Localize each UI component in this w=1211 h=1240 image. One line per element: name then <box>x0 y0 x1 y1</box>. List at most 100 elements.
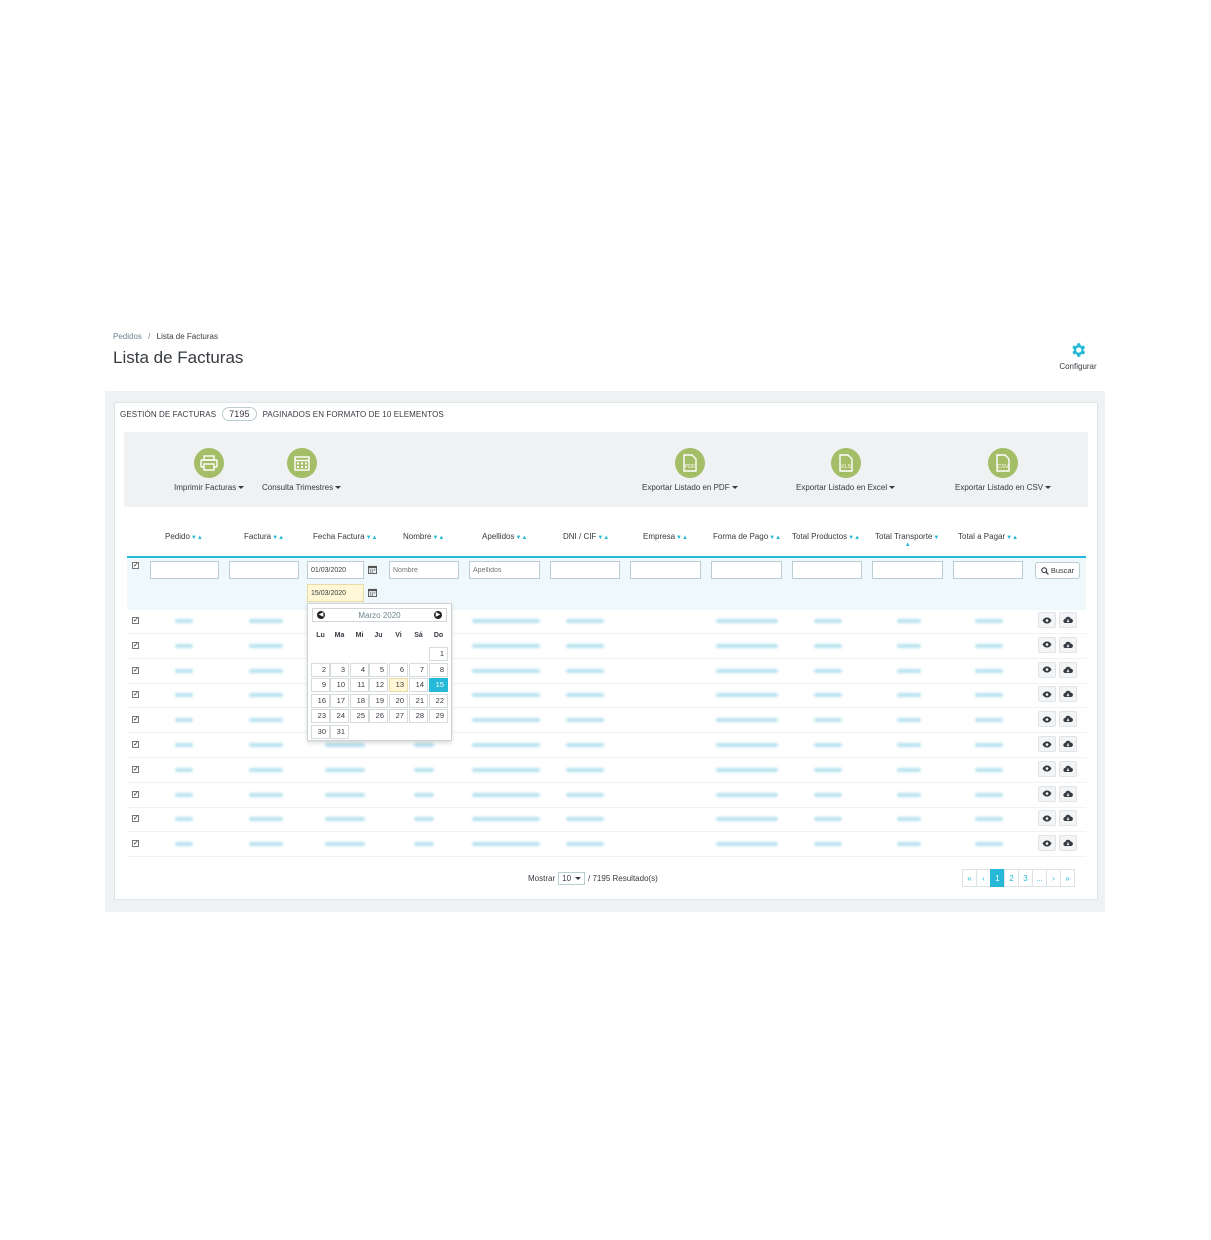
datepicker-day[interactable]: 27 <box>389 709 408 723</box>
filter-factura-input[interactable] <box>229 561 299 579</box>
datepicker-day[interactable]: 19 <box>369 694 388 708</box>
row-checkbox[interactable]: ✓ <box>132 617 139 624</box>
column-header-factura[interactable]: Factura▼▲ <box>244 532 284 541</box>
datepicker-day[interactable]: 26 <box>369 709 388 723</box>
datepicker-day[interactable]: 25 <box>350 709 369 723</box>
column-header-total-pagar[interactable]: Total a Pagar▼▲ <box>958 532 1018 541</box>
calendar-icon[interactable] <box>368 588 377 597</box>
filter-nombre-input[interactable] <box>389 561 459 579</box>
pagination-item[interactable]: » <box>1060 869 1075 887</box>
datepicker-day[interactable]: 14 <box>409 678 428 692</box>
sort-arrows-icon[interactable]: ▼▲ <box>597 535 609 541</box>
pagination-item[interactable]: 2 <box>1004 869 1019 887</box>
view-icon[interactable] <box>1038 636 1056 653</box>
datepicker-day[interactable]: 4 <box>350 663 369 677</box>
datepicker-day[interactable]: 17 <box>330 694 349 708</box>
column-header-total-transporte[interactable]: Total Transporte▼ ▲ <box>875 532 939 548</box>
export-pdf-button[interactable]: PDF Exportar Listado en PDF <box>642 448 738 492</box>
datepicker-day[interactable]: 21 <box>409 694 428 708</box>
print-invoices-button[interactable]: Imprimir Facturas <box>174 448 245 492</box>
cloud-download-icon[interactable] <box>1059 736 1077 752</box>
cloud-download-icon[interactable] <box>1059 636 1077 653</box>
view-icon[interactable] <box>1038 711 1056 728</box>
sort-arrows-icon[interactable]: ▼▲ <box>515 535 527 541</box>
datepicker-day[interactable]: 24 <box>330 709 349 723</box>
row-checkbox[interactable]: ✓ <box>132 790 139 798</box>
datepicker-day[interactable]: 28 <box>409 709 428 723</box>
view-icon[interactable] <box>1038 686 1056 703</box>
cloud-download-icon[interactable] <box>1059 760 1077 777</box>
column-header-fecha[interactable]: Fecha Factura▼▲ <box>313 532 377 541</box>
view-icon[interactable] <box>1038 835 1056 852</box>
pagination-item[interactable]: 3 <box>1018 869 1033 887</box>
datepicker-day[interactable]: 11 <box>350 678 369 692</box>
sort-asc-icon[interactable]: ▲ <box>876 542 939 548</box>
datepicker-day[interactable]: 13 <box>389 678 408 692</box>
view-icon[interactable] <box>1038 785 1056 802</box>
datepicker-day[interactable]: 16 <box>311 694 330 708</box>
datepicker-day[interactable]: 3 <box>330 663 349 677</box>
filter-forma-pago-input[interactable] <box>711 561 782 579</box>
datepicker-day[interactable]: 1 <box>429 647 448 661</box>
prev-month-icon[interactable]: ◀ <box>317 611 325 619</box>
filter-date-to-input[interactable] <box>307 584 364 602</box>
cloud-download-icon[interactable] <box>1059 835 1077 852</box>
quarters-button[interactable]: Consulta Trimestres <box>262 448 342 492</box>
sort-arrows-icon[interactable]: ▼▲ <box>1006 535 1018 541</box>
pagination-item[interactable]: › <box>1046 869 1061 887</box>
view-icon[interactable] <box>1038 810 1056 827</box>
sort-arrows-icon[interactable]: ▼▲ <box>366 535 378 541</box>
filter-total-pagar-input[interactable] <box>953 561 1023 579</box>
column-header-total-productos[interactable]: Total Productos▼▲ <box>792 532 860 541</box>
filter-total-productos-input[interactable] <box>792 561 862 579</box>
filter-date-from-input[interactable] <box>307 561 364 579</box>
filter-empresa-input[interactable] <box>630 561 701 579</box>
sort-arrows-icon[interactable]: ▼▲ <box>848 535 860 541</box>
sort-arrows-icon[interactable]: ▼▲ <box>769 535 781 541</box>
per-page-select[interactable]: 10 <box>558 872 586 885</box>
datepicker-day[interactable]: 29 <box>429 709 448 723</box>
sort-arrows-icon[interactable]: ▼ <box>933 535 939 541</box>
datepicker-day[interactable]: 9 <box>311 678 330 692</box>
pagination-item[interactable]: 1 <box>990 869 1005 887</box>
row-checkbox[interactable]: ✓ <box>132 815 139 823</box>
view-icon[interactable] <box>1038 736 1056 752</box>
datepicker-day[interactable]: 10 <box>330 678 349 692</box>
datepicker-day[interactable]: 23 <box>311 709 330 723</box>
view-icon[interactable] <box>1038 760 1056 777</box>
datepicker-day[interactable]: 6 <box>389 663 408 677</box>
sort-arrows-icon[interactable]: ▼▲ <box>432 535 444 541</box>
datepicker-day[interactable]: 30 <box>311 725 330 739</box>
datepicker-day[interactable]: 5 <box>369 663 388 677</box>
column-header-empresa[interactable]: Empresa▼▲ <box>643 532 688 541</box>
row-checkbox[interactable]: ✓ <box>132 666 139 674</box>
row-checkbox[interactable]: ✓ <box>132 765 139 773</box>
cloud-download-icon[interactable] <box>1059 785 1077 802</box>
sort-arrows-icon[interactable]: ▼▲ <box>191 535 203 541</box>
row-checkbox[interactable]: ✓ <box>132 840 139 848</box>
pagination-item[interactable]: ‹ <box>976 869 991 887</box>
pagination-item[interactable]: « <box>962 869 977 887</box>
cloud-download-icon[interactable] <box>1059 810 1077 827</box>
filter-pedido-input[interactable] <box>150 561 219 579</box>
filter-apellidos-input[interactable] <box>469 561 540 579</box>
filter-total-transporte-input[interactable] <box>872 561 943 579</box>
datepicker-day[interactable]: 31 <box>330 725 349 739</box>
row-checkbox[interactable]: ✓ <box>132 741 139 748</box>
configure-button[interactable]: Configurar <box>1052 341 1104 371</box>
view-icon[interactable] <box>1038 612 1056 628</box>
row-checkbox[interactable]: ✓ <box>132 641 139 649</box>
column-header-apellidos[interactable]: Apellidos▼▲ <box>482 532 527 541</box>
column-header-forma-pago[interactable]: Forma de Pago▼▲ <box>713 532 781 541</box>
datepicker-day[interactable]: 8 <box>429 663 448 677</box>
datepicker-day[interactable]: 12 <box>369 678 388 692</box>
calendar-icon[interactable] <box>368 565 377 574</box>
sort-arrows-icon[interactable]: ▼▲ <box>676 535 688 541</box>
view-icon[interactable] <box>1038 661 1056 678</box>
datepicker-day[interactable]: 15 <box>429 678 448 692</box>
breadcrumb-parent-link[interactable]: Pedidos <box>113 332 142 341</box>
datepicker-day[interactable]: 7 <box>409 663 428 677</box>
cloud-download-icon[interactable] <box>1059 661 1077 678</box>
search-button[interactable]: Buscar <box>1035 562 1080 579</box>
column-header-pedido[interactable]: Pedido▼▲ <box>165 532 203 541</box>
